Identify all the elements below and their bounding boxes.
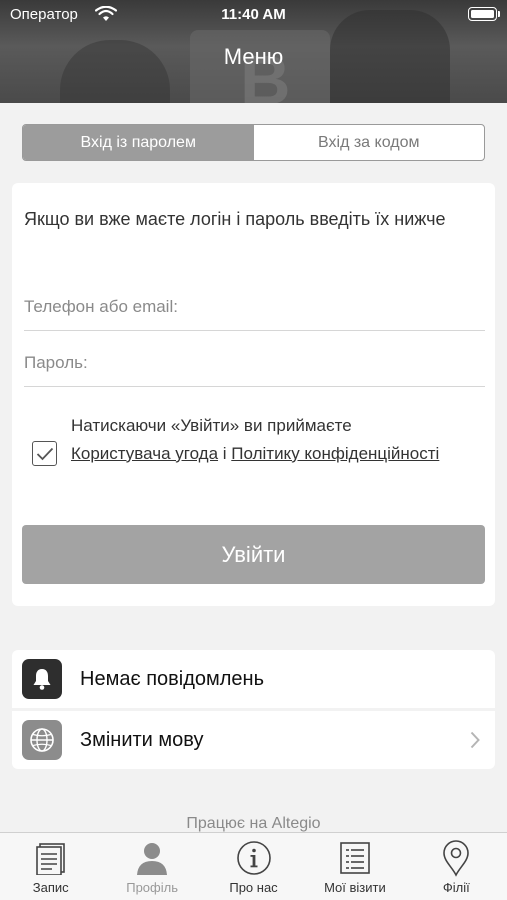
chevron-right-icon bbox=[465, 731, 485, 749]
notifications-row[interactable]: Немає повідомлень bbox=[12, 650, 495, 708]
tab-password-login[interactable]: Вхід із паролем bbox=[23, 125, 254, 160]
change-language-label: Змінити мову bbox=[80, 728, 204, 751]
checkmark-icon bbox=[36, 447, 53, 460]
consent-text: Натискаючи «Увійти» ви приймаєте Користу… bbox=[71, 412, 471, 467]
status-bar: Оператор 11:40 AM bbox=[0, 0, 507, 30]
header: B Оператор 11:40 AM Меню bbox=[0, 0, 507, 103]
terms-link[interactable]: Користувача угода bbox=[71, 444, 218, 463]
login-intro-text: Якщо ви вже маєте логін і пароль введіть… bbox=[24, 209, 446, 229]
tab-booking[interactable]: Запис bbox=[0, 833, 101, 900]
login-mode-switch: Вхід із паролем Вхід за кодом bbox=[22, 124, 485, 161]
tab-booking-label: Запис bbox=[32, 880, 69, 895]
booking-icon bbox=[31, 839, 71, 877]
password-input[interactable] bbox=[24, 339, 485, 386]
powered-by-text: Працює на Altegio bbox=[186, 815, 321, 832]
phone-field-wrapper bbox=[24, 283, 485, 331]
tab-branches[interactable]: Філії bbox=[406, 833, 507, 900]
tab-branches-label: Філії bbox=[442, 880, 470, 895]
notifications-label: Немає повідомлень bbox=[80, 667, 265, 690]
phone-email-input[interactable] bbox=[24, 283, 485, 330]
login-button[interactable]: Увійти bbox=[22, 525, 485, 584]
battery-tip bbox=[498, 11, 500, 17]
tab-profile-label: Профіль bbox=[126, 880, 178, 895]
location-pin-icon bbox=[436, 839, 476, 877]
tab-about[interactable]: Про нас bbox=[203, 833, 304, 900]
bottom-tab-bar: Запис Профіль Про нас Мої візити Філії bbox=[0, 832, 507, 900]
change-language-row[interactable]: Змінити мову bbox=[12, 711, 495, 769]
bell-icon bbox=[22, 659, 62, 699]
tab-code-login[interactable]: Вхід за кодом bbox=[254, 125, 485, 160]
tab-my-visits-label: Мої візити bbox=[324, 880, 386, 895]
login-card: Якщо ви вже маєте логін і пароль введіть… bbox=[12, 183, 495, 606]
page-title: Меню bbox=[223, 44, 284, 69]
battery-icon bbox=[468, 7, 497, 21]
tab-my-visits[interactable]: Мої візити bbox=[304, 833, 405, 900]
tab-about-label: Про нас bbox=[229, 880, 278, 895]
consent-and: і bbox=[222, 443, 227, 463]
list-icon bbox=[335, 839, 375, 877]
globe-icon bbox=[22, 720, 62, 760]
privacy-link[interactable]: Політику конфіденційності bbox=[231, 444, 439, 463]
consent-checkbox[interactable] bbox=[32, 441, 57, 466]
tab-profile[interactable]: Профіль bbox=[101, 833, 202, 900]
info-icon bbox=[234, 839, 274, 877]
clock: 11:40 AM bbox=[221, 6, 286, 23]
consent-prefix: Натискаючи «Увійти» ви приймаєте bbox=[71, 416, 352, 435]
password-field-wrapper bbox=[24, 339, 485, 387]
profile-icon bbox=[132, 839, 172, 877]
